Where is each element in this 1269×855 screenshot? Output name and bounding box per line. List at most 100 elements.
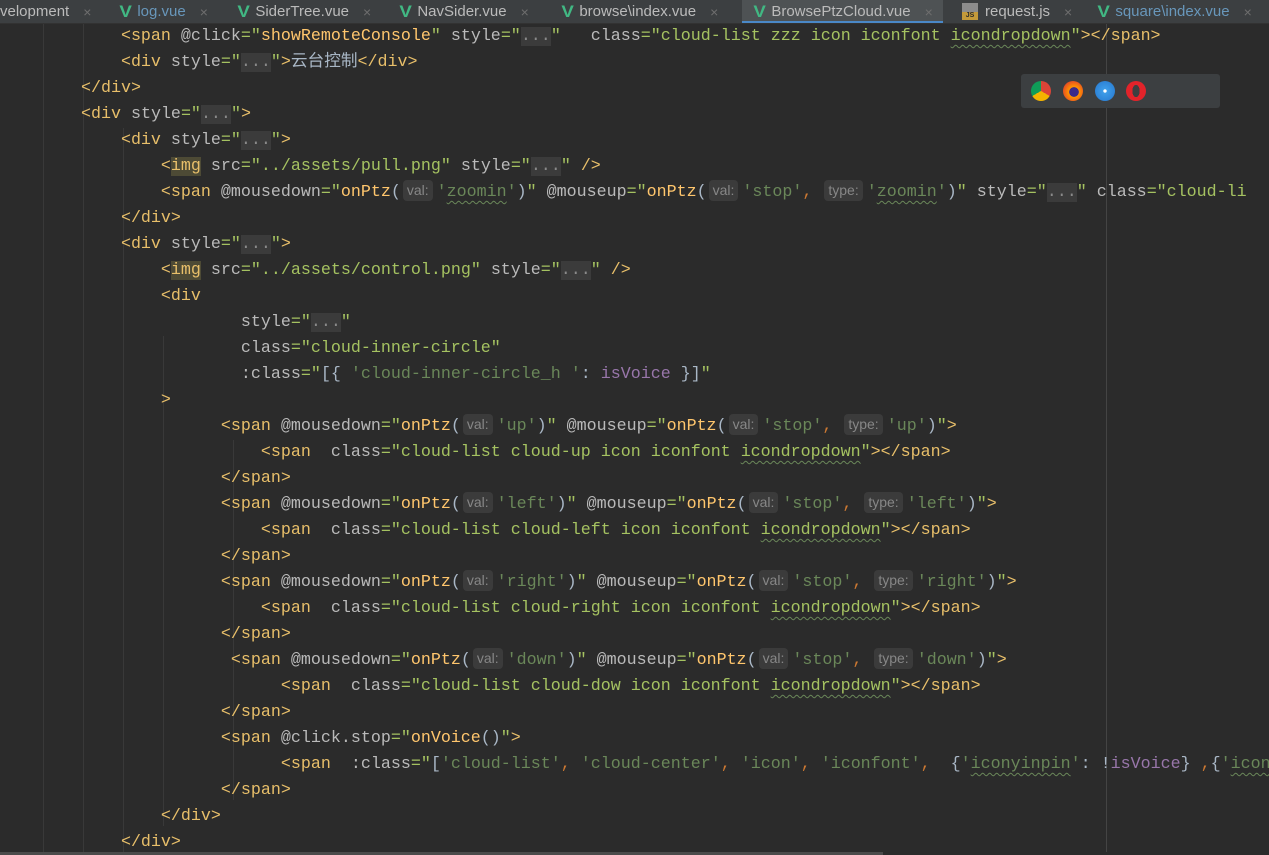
- tab-log-vue[interactable]: Vlog.vue ×: [114, 0, 218, 23]
- code-line[interactable]: </span>: [1, 544, 291, 570]
- code-line[interactable]: <span class="cloud-list cloud-left icon …: [1, 518, 971, 544]
- code-line[interactable]: >: [1, 388, 171, 414]
- code-line[interactable]: style="...": [1, 310, 351, 336]
- tab-browseptzcloud-vue[interactable]: V BrowsePtzCloud.vue ×: [742, 0, 943, 23]
- code-token: ,: [822, 417, 843, 436]
- code-token: =": [240, 27, 261, 46]
- tab-square-index-vue[interactable]: Vsquare\index.vue ×: [1092, 0, 1262, 23]
- code-token: ": [880, 521, 891, 540]
- close-icon[interactable]: ×: [83, 4, 91, 20]
- code-line[interactable]: <span @click.stop="onVoice()">: [1, 726, 521, 752]
- folded-code[interactable]: ...: [240, 235, 271, 254]
- code-token: <div: [1, 105, 131, 124]
- folded-code[interactable]: ...: [530, 157, 561, 176]
- code-token: ": [890, 599, 901, 618]
- code-token: 'right': [496, 573, 567, 592]
- code-line[interactable]: </div>: [1, 804, 221, 830]
- code-token: class: [350, 677, 401, 696]
- code-line[interactable]: :class="[{ 'cloud-inner-circle_h ': isVo…: [1, 362, 711, 388]
- code-token: =": [220, 53, 241, 72]
- code-token: 'stop': [742, 183, 803, 202]
- firefox-icon[interactable]: [1062, 81, 1083, 101]
- code-token: ,: [560, 755, 581, 774]
- code-line[interactable]: <div style="...">云台控制</div>: [1, 50, 418, 76]
- code-editor[interactable]: <span @click="showRemoteConsole" style="…: [0, 24, 1269, 852]
- code-token: </div>: [1, 209, 181, 228]
- tab-label: NavSider.vue: [417, 3, 507, 20]
- code-token: ="cloud-inner-circle": [290, 339, 501, 358]
- code-line[interactable]: <div style="...">: [1, 232, 291, 258]
- code-line[interactable]: <div style="...">: [1, 102, 251, 128]
- code-token: </span>: [1, 469, 291, 488]
- code-token: <span: [1, 417, 281, 436]
- code-token: [: [430, 755, 441, 774]
- opera-icon[interactable]: [1126, 81, 1147, 101]
- code-token: ": [550, 27, 591, 46]
- close-icon[interactable]: ×: [521, 4, 529, 20]
- folded-code[interactable]: ...: [240, 53, 271, 72]
- folded-code[interactable]: ...: [1046, 183, 1077, 202]
- code-token: ,: [852, 573, 873, 592]
- code-line[interactable]: <span @mousedown="onPtz(val:'zoomin')" @…: [1, 180, 1247, 206]
- code-line[interactable]: <div: [1, 284, 201, 310]
- code-line[interactable]: </span>: [1, 622, 291, 648]
- code-line[interactable]: </span>: [1, 700, 291, 726]
- tab-request-js[interactable]: request.js ×: [956, 0, 1082, 23]
- code-token: @mouseup: [596, 651, 677, 670]
- ie-icon[interactable]: [1158, 81, 1178, 101]
- code-line[interactable]: <span @mousedown="onPtz(val:'left')" @mo…: [1, 492, 997, 518]
- code-line[interactable]: </span>: [1, 466, 291, 492]
- parameter-hint: val:: [402, 180, 433, 201]
- code-line[interactable]: </div>: [1, 206, 181, 232]
- code-line[interactable]: <span @mousedown="onPtz(val:'right')" @m…: [1, 570, 1017, 596]
- folded-code[interactable]: ...: [200, 105, 231, 124]
- code-token: ': [960, 755, 971, 774]
- close-icon[interactable]: ×: [925, 4, 933, 20]
- tab-browse-index-vue[interactable]: Vbrowse\index.vue ×: [556, 0, 728, 23]
- folded-code[interactable]: ...: [240, 131, 271, 150]
- code-line[interactable]: <span class="cloud-list cloud-right icon…: [1, 596, 981, 622]
- code-line[interactable]: <span class="cloud-list cloud-dow icon i…: [1, 674, 981, 700]
- edge-icon[interactable]: [1190, 81, 1210, 101]
- code-token: (: [390, 183, 401, 202]
- parameter-hint: type:: [874, 648, 913, 669]
- code-line[interactable]: <span class="cloud-list cloud-up icon ic…: [1, 440, 951, 466]
- code-token: (: [746, 651, 757, 670]
- tab-navsider-vue[interactable]: V NavSider.vue ×: [394, 0, 539, 23]
- code-line[interactable]: </div>: [1, 830, 181, 852]
- tab-sidertree-vue[interactable]: V SiderTree.vue ×: [232, 0, 381, 23]
- code-token: ): [946, 183, 957, 202]
- code-line[interactable]: <img src="../assets/pull.png" style="...…: [1, 154, 601, 180]
- code-line[interactable]: <span @click="showRemoteConsole" style="…: [1, 24, 1161, 50]
- close-icon[interactable]: ×: [1244, 4, 1252, 20]
- safari-icon[interactable]: [1094, 81, 1115, 101]
- code-line[interactable]: </span>: [1, 778, 291, 804]
- code-line[interactable]: <span @mousedown="onPtz(val:'up')" @mous…: [1, 414, 957, 440]
- code-line[interactable]: </div>: [1, 76, 141, 102]
- tab-label: SiderTree.vue: [255, 3, 349, 20]
- code-line[interactable]: <div style="...">: [1, 128, 291, 154]
- code-line[interactable]: <span @mousedown="onPtz(val:'down')" @mo…: [1, 648, 1007, 674]
- close-icon[interactable]: ×: [1064, 4, 1072, 20]
- code-token: (: [696, 183, 707, 202]
- code-token: (: [460, 651, 471, 670]
- folded-code[interactable]: ...: [560, 261, 591, 280]
- close-icon[interactable]: ×: [710, 4, 718, 20]
- close-icon[interactable]: ×: [200, 4, 208, 20]
- browser-preview-popup: [1021, 74, 1220, 108]
- code-line[interactable]: <img src="../assets/control.png" style="…: [1, 258, 631, 284]
- code-token: </span>: [1, 547, 291, 566]
- parameter-hint: type:: [874, 570, 913, 591]
- code-token: icondropdown: [740, 443, 861, 462]
- code-token: :: [580, 365, 601, 384]
- code-token: </div>: [1, 79, 141, 98]
- vue-icon: V: [119, 1, 132, 21]
- folded-code[interactable]: ...: [520, 27, 551, 46]
- folded-code[interactable]: ...: [310, 313, 341, 332]
- code-line[interactable]: <span :class="['cloud-list', 'cloud-cent…: [1, 752, 1269, 778]
- close-icon[interactable]: ×: [363, 4, 371, 20]
- chrome-icon[interactable]: [1030, 81, 1051, 101]
- tab-velopment[interactable]: velopment ×: [0, 0, 101, 23]
- code-token: @mouseup: [596, 573, 677, 592]
- code-line[interactable]: class="cloud-inner-circle": [1, 336, 501, 362]
